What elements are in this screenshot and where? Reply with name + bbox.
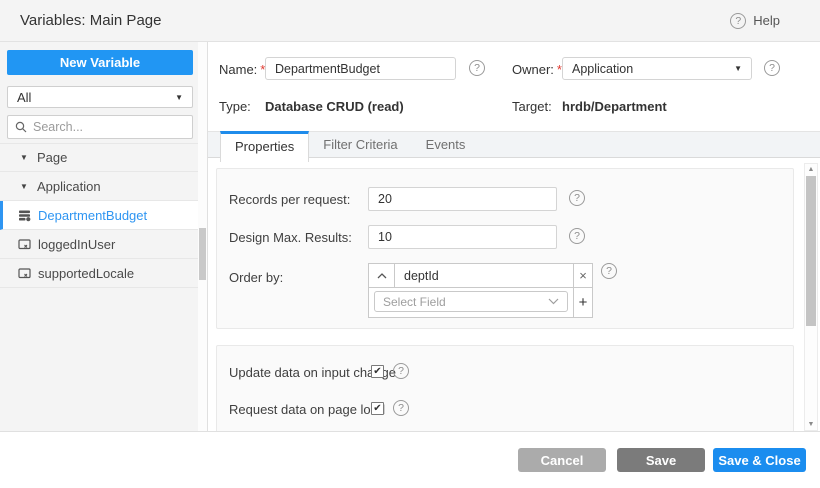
- records-per-request-input[interactable]: [368, 187, 557, 211]
- name-input[interactable]: [265, 57, 456, 80]
- owner-dropdown[interactable]: Application ▼: [562, 57, 752, 80]
- move-up-button[interactable]: [369, 264, 395, 287]
- add-field-button[interactable]: +: [573, 288, 592, 317]
- help-icon: ?: [730, 12, 747, 29]
- tree-item-label: DepartmentBudget: [38, 207, 148, 223]
- help-button[interactable]: ? Help: [730, 12, 780, 29]
- variable-search: [7, 115, 194, 139]
- design-max-help-icon[interactable]: ?: [569, 228, 585, 244]
- records-help-icon[interactable]: ?: [569, 190, 585, 206]
- expand-caret-icon[interactable]: ▼: [20, 182, 30, 191]
- filter-selected-value: All: [17, 89, 32, 105]
- request-properties-section: Records per request: ? Design Max. Resul…: [216, 168, 794, 329]
- dialog-footer: Cancel Save Save & Close: [0, 431, 820, 488]
- update-data-checkbox[interactable]: ✔: [371, 365, 384, 378]
- new-variable-button[interactable]: New Variable: [7, 50, 193, 75]
- request-data-label: Request data on page load: [229, 402, 386, 417]
- tree-item-label: supportedLocale: [38, 265, 135, 281]
- target-value: hrdb/Department: [562, 99, 667, 114]
- chevron-down-icon: ▼: [175, 92, 183, 102]
- order-by-field-value[interactable]: deptId: [395, 264, 573, 287]
- request-data-help-icon[interactable]: ?: [393, 400, 409, 416]
- content-scrollbar[interactable]: ▲ ▼: [804, 163, 818, 431]
- name-label: Name: *: [219, 62, 266, 77]
- name-help-icon[interactable]: ?: [469, 60, 485, 76]
- scroll-up-icon[interactable]: ▲: [805, 166, 817, 173]
- owner-label: Owner: *: [512, 62, 562, 77]
- search-icon: [15, 121, 27, 133]
- sidebar-item-supportedlocale[interactable]: supportedLocale: [0, 259, 199, 288]
- cancel-button[interactable]: Cancel: [518, 448, 606, 472]
- design-max-results-input[interactable]: [368, 225, 557, 249]
- tab-properties[interactable]: Properties: [220, 131, 310, 162]
- update-data-help-icon[interactable]: ?: [393, 363, 409, 379]
- search-input[interactable]: [33, 120, 194, 134]
- help-label: Help: [753, 13, 780, 28]
- database-variable-icon: [18, 209, 31, 222]
- order-by-widget: deptId × Select Field +: [368, 263, 593, 318]
- order-by-entry-row: deptId ×: [369, 264, 592, 288]
- select-field-placeholder: Select Field: [383, 294, 446, 309]
- type-value: Database CRUD (read): [265, 99, 404, 114]
- variable-icon: [18, 267, 31, 280]
- tree-item-label: Application: [37, 178, 101, 194]
- request-data-checkbox[interactable]: ✔: [371, 402, 384, 415]
- scroll-down-icon[interactable]: ▼: [805, 421, 817, 428]
- sidebar-scrollbar[interactable]: [198, 42, 207, 431]
- sidebar-item-page[interactable]: ▼ Page: [0, 143, 199, 172]
- sidebar-item-departmentbudget[interactable]: DepartmentBudget: [0, 201, 199, 230]
- tree-item-label: loggedInUser: [38, 236, 116, 252]
- save-and-close-button[interactable]: Save & Close: [713, 448, 806, 472]
- select-field-wrap: Select Field: [369, 288, 573, 317]
- tab-events[interactable]: Events: [412, 132, 480, 158]
- page-title: Variables: Main Page: [20, 12, 162, 29]
- chevron-down-icon: [548, 298, 559, 305]
- variable-icon: [18, 238, 31, 251]
- owner-help-icon[interactable]: ?: [764, 60, 780, 76]
- records-per-request-label: Records per request:: [229, 192, 351, 207]
- variable-filter-dropdown[interactable]: All ▼: [7, 86, 193, 108]
- sidebar-scrollbar-thumb[interactable]: [199, 228, 206, 280]
- save-button[interactable]: Save: [617, 448, 705, 472]
- expand-caret-icon[interactable]: ▼: [20, 153, 30, 162]
- variables-tree: ▼ Page ▼ Application DepartmentBudget lo…: [0, 143, 199, 288]
- design-max-results-label: Design Max. Results:: [229, 230, 352, 245]
- dialog-header: Variables: Main Page ? Help: [0, 0, 820, 42]
- select-field-dropdown[interactable]: Select Field: [374, 291, 568, 312]
- detail-tabs: Properties Filter Criteria Events: [208, 131, 820, 162]
- content-scrollbar-thumb[interactable]: [806, 176, 816, 326]
- sidebar-item-loggedinuser[interactable]: loggedInUser: [0, 230, 199, 259]
- order-by-help-icon[interactable]: ?: [601, 263, 617, 279]
- remove-field-button[interactable]: ×: [573, 264, 592, 287]
- variable-detail-panel: Name:* ? Owner:* Application ▼ ? Type: D…: [208, 42, 820, 437]
- variables-dialog: Variables: Main Page ? Help New Variable…: [0, 0, 820, 488]
- sidebar-item-application[interactable]: ▼ Application: [0, 172, 199, 201]
- tree-item-label: Page: [37, 150, 68, 165]
- type-label: Type:: [219, 99, 251, 114]
- tab-filter-criteria[interactable]: Filter Criteria: [309, 132, 411, 158]
- order-by-label: Order by:: [229, 270, 284, 285]
- variables-sidebar: New Variable All ▼ ▼ Page ▼ Application: [0, 42, 208, 431]
- owner-selected-value: Application: [572, 61, 634, 76]
- behavior-section: Update data on input change ✔ ? Request …: [216, 345, 794, 437]
- chevron-down-icon: ▼: [734, 64, 742, 73]
- order-by-add-row: Select Field +: [369, 288, 592, 317]
- target-label: Target:: [512, 99, 552, 114]
